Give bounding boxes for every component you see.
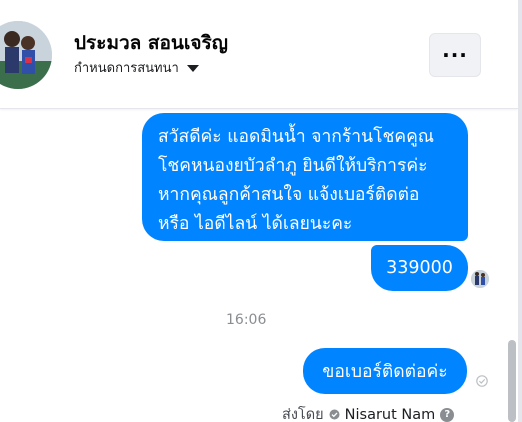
sent-check-icon	[476, 375, 488, 387]
conversation-header: ประมวล สอนเจริญ กำหนดการสนทนา ···	[0, 0, 518, 109]
message-bubble-request: ขอเบอร์ติดต่อค่ะ	[303, 348, 467, 394]
sender-name: Nisarut Nam	[344, 406, 436, 422]
sender-status-icon	[329, 409, 340, 420]
messenger-conversation: ประมวล สอนเจริญ กำหนดการสนทนา ··· สวัสดี…	[0, 0, 522, 422]
seen-avatar-photo	[471, 270, 489, 288]
message-timestamp: 16:06	[226, 312, 267, 328]
conversation-settings-label: กำหนดการสนทนา	[74, 61, 179, 76]
message-text: 339000	[386, 258, 453, 278]
panel-edge	[518, 0, 522, 422]
more-options-icon: ···	[442, 43, 468, 67]
message-bubble-greeting: สวัสดีค่ะ แอดมินน้ำ จากร้านโชคคูณ โชคหนอ…	[142, 113, 468, 241]
scrollbar-thumb[interactable]	[508, 340, 516, 422]
seen-by-avatar	[471, 270, 489, 288]
message-line: สวัสดีค่ะ แอดมินน้ำ จากร้านโชคคูณ	[158, 127, 435, 147]
contact-avatar[interactable]	[0, 21, 52, 89]
message-line: หรือ ไอดีไลน์ ได้เลยนะคะ	[158, 214, 353, 234]
more-options-button[interactable]: ···	[429, 33, 481, 77]
sent-by-row: ส่งโดย Nisarut Nam ?	[282, 403, 455, 422]
help-icon[interactable]: ?	[440, 407, 455, 422]
conversation-settings-dropdown[interactable]: กำหนดการสนทนา	[74, 57, 199, 78]
message-line: หากคุณลูกค้าสนใจ แจ้งเบอร์ติดต่อ	[158, 185, 420, 205]
caret-down-icon	[186, 65, 199, 72]
message-text: ขอเบอร์ติดต่อค่ะ	[322, 362, 448, 382]
avatar-photo	[0, 21, 52, 89]
contact-name[interactable]: ประมวล สอนเจริญ	[74, 28, 228, 58]
message-bubble-number: 339000	[371, 245, 468, 291]
sent-by-label: ส่งโดย	[282, 407, 324, 422]
message-line: โชคหนองยบัวลำภู ยินดีให้บริการค่ะ	[158, 156, 428, 176]
